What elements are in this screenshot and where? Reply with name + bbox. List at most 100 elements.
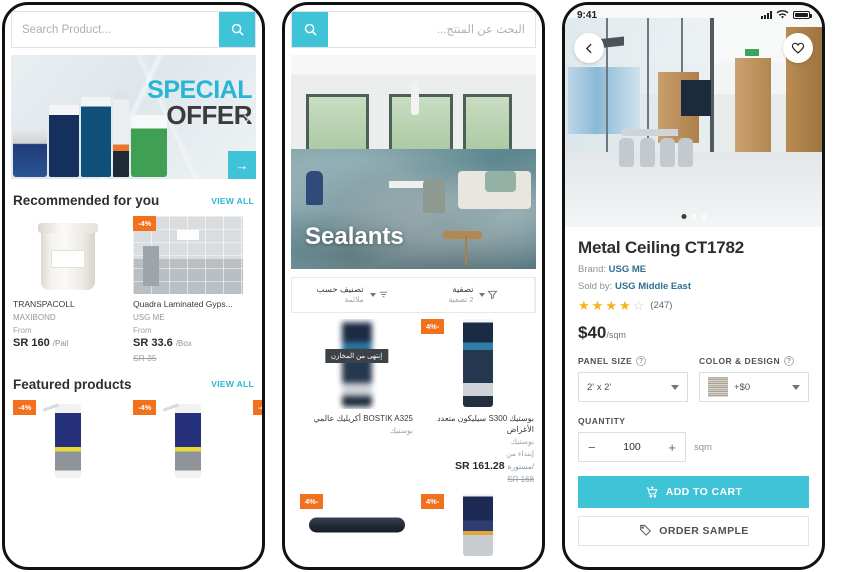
- option-label-row: COLOR & DESIGN ?: [699, 356, 809, 366]
- product-card-partial[interactable]: [253, 216, 262, 363]
- banner-line2: OFFER: [166, 99, 252, 130]
- product-image-carousel[interactable]: [565, 5, 822, 227]
- view-all-link-featured[interactable]: VIEW ALL: [211, 379, 254, 389]
- search-button[interactable]: [219, 12, 255, 47]
- product-card[interactable]: -4%: [421, 493, 534, 556]
- sold-by-value[interactable]: USG Middle East: [615, 281, 691, 292]
- product-card[interactable]: إنتهى من المخازن BOSTIK A325 أكريليك عال…: [300, 318, 413, 484]
- chevron-down-icon: [479, 292, 486, 297]
- chevron-down-icon: [671, 384, 679, 390]
- search-icon: [231, 23, 244, 36]
- cart-icon: [646, 486, 658, 498]
- out-of-stock-badge: إنتهى من المخازن: [324, 349, 389, 364]
- sort-by-value: ملائمة: [344, 295, 364, 305]
- product-card[interactable]: TRANSPACOLL MAXIBOND From SR 160 /Pail: [13, 216, 123, 363]
- product-from-label: إبتداء من: [506, 448, 534, 458]
- discount-badge: -4%: [13, 399, 37, 415]
- foam-can-image: [162, 402, 201, 478]
- product-card[interactable]: -4%: [133, 399, 243, 478]
- chevron-left-icon: [585, 43, 592, 53]
- chevron-down-icon: [369, 292, 376, 297]
- review-count: (247): [650, 300, 673, 311]
- panel-size-select[interactable]: 2' x 2': [578, 372, 688, 402]
- product-from-label: From: [133, 325, 152, 335]
- status-bar-time: 9:41: [577, 9, 598, 21]
- product-card[interactable]: -4%: [300, 493, 413, 556]
- discount-badge: -4%: [421, 318, 445, 334]
- sort-by-text: تصنيف حسب ملائمة: [316, 284, 363, 306]
- price-value: $40: [578, 323, 607, 342]
- order-sample-button[interactable]: ORDER SAMPLE: [578, 516, 809, 546]
- color-design-value: +$0: [734, 381, 751, 393]
- product-card-partial[interactable]: -4%: [253, 399, 262, 478]
- quantity-increase-button[interactable]: +: [668, 441, 676, 454]
- banner-next-button[interactable]: →: [228, 151, 256, 179]
- help-circle-icon[interactable]: ?: [784, 356, 795, 366]
- section-title: Featured products: [13, 376, 132, 392]
- add-to-cart-button[interactable]: ADD TO CART: [578, 476, 809, 508]
- product-price-unit: /Box: [175, 338, 192, 348]
- product-price: SR 160 /Pail: [13, 337, 123, 349]
- product-card[interactable]: -4% بوستيك S300 سيليكون متعدد الأغراض بو…: [421, 318, 534, 484]
- filter-bar: تصنيف حسب ملائمة تصفية 2 تصفية: [291, 277, 536, 313]
- brand-value[interactable]: USG ME: [609, 264, 646, 275]
- carousel-dot-active[interactable]: [681, 214, 686, 219]
- product-brand: بوستيك: [510, 436, 534, 446]
- filter-control[interactable]: تصفية 2 تصفية: [413, 278, 535, 312]
- product-brand: بوستيك: [389, 425, 413, 435]
- recommended-product-list[interactable]: TRANSPACOLL MAXIBOND From SR 160 /Pail -…: [5, 216, 262, 363]
- product-price: /مستورة SR 161.28: [421, 460, 534, 472]
- product-name: Quadra Laminated Gyps...: [133, 299, 233, 309]
- discount-badge: -4%: [300, 493, 324, 509]
- product-image: إنتهى من المخازن: [300, 318, 413, 409]
- product-brand: USG ME: [133, 312, 165, 322]
- product-name: BOSTIK A325 أكريليك عالمي: [313, 413, 413, 423]
- quantity-unit: sqm: [694, 441, 712, 453]
- tag-icon: [640, 524, 652, 536]
- quantity-value[interactable]: 100: [623, 441, 641, 453]
- carousel-dots[interactable]: [681, 214, 706, 219]
- bucket-image: [38, 223, 98, 290]
- star-icon: ★: [618, 298, 631, 313]
- help-circle-icon[interactable]: ?: [636, 356, 647, 366]
- search-input[interactable]: [12, 12, 219, 47]
- search-input-arabic[interactable]: [328, 12, 535, 47]
- filter-count: 2 تصفية: [448, 295, 474, 305]
- section-header-recommended: Recommended for you VIEW ALL: [5, 179, 262, 216]
- back-button[interactable]: [574, 33, 604, 63]
- product-card[interactable]: -4%: [13, 399, 123, 478]
- sort-by-label: تصنيف حسب: [316, 284, 364, 294]
- quantity-stepper[interactable]: − 100 +: [578, 432, 686, 462]
- discount-badge: -4%: [133, 216, 157, 231]
- product-image: -4%: [133, 399, 243, 478]
- panel-size-value: 2' x 2': [587, 381, 612, 393]
- quantity-decrease-button[interactable]: −: [588, 441, 596, 454]
- sort-by-control[interactable]: تصنيف حسب ملائمة: [292, 278, 413, 312]
- battery-icon: [793, 11, 812, 19]
- product-from-label: From: [13, 325, 32, 335]
- search-button-arabic[interactable]: [292, 12, 328, 47]
- brand-label: Brand:: [578, 264, 606, 275]
- product-title: Metal Ceiling CT1782: [578, 238, 745, 257]
- section-header-featured: Featured products VIEW ALL: [5, 363, 262, 400]
- signal-bars-icon: [761, 11, 772, 19]
- filter-icon: [479, 289, 499, 300]
- product-card[interactable]: -4% Quadra Laminated Gyps... USG ME From…: [133, 216, 243, 363]
- color-design-select[interactable]: +$0: [699, 372, 809, 402]
- product-price-value: SR 33.6: [133, 336, 173, 349]
- status-bar: 9:41: [565, 5, 822, 25]
- promo-banner[interactable]: SPECIAL OFFER › →: [11, 55, 256, 179]
- sealant-cartridge-image: [462, 493, 493, 556]
- carousel-dot[interactable]: [701, 214, 706, 219]
- search-bar-arabic[interactable]: [291, 11, 536, 48]
- star-icon: ★: [591, 298, 604, 313]
- view-all-link-recommended[interactable]: VIEW ALL: [211, 196, 254, 206]
- product-image: -4%: [421, 318, 534, 409]
- product-image: -4%: [300, 493, 413, 556]
- option-color-design: COLOR & DESIGN ? +$0: [699, 356, 809, 402]
- carousel-dot[interactable]: [691, 214, 696, 219]
- product-rating[interactable]: ★ ★ ★ ★ ☆ (247): [578, 299, 809, 312]
- favorite-button[interactable]: [783, 33, 813, 63]
- featured-product-list[interactable]: -4% -4% -4%: [5, 399, 262, 478]
- search-bar-home[interactable]: [11, 11, 256, 48]
